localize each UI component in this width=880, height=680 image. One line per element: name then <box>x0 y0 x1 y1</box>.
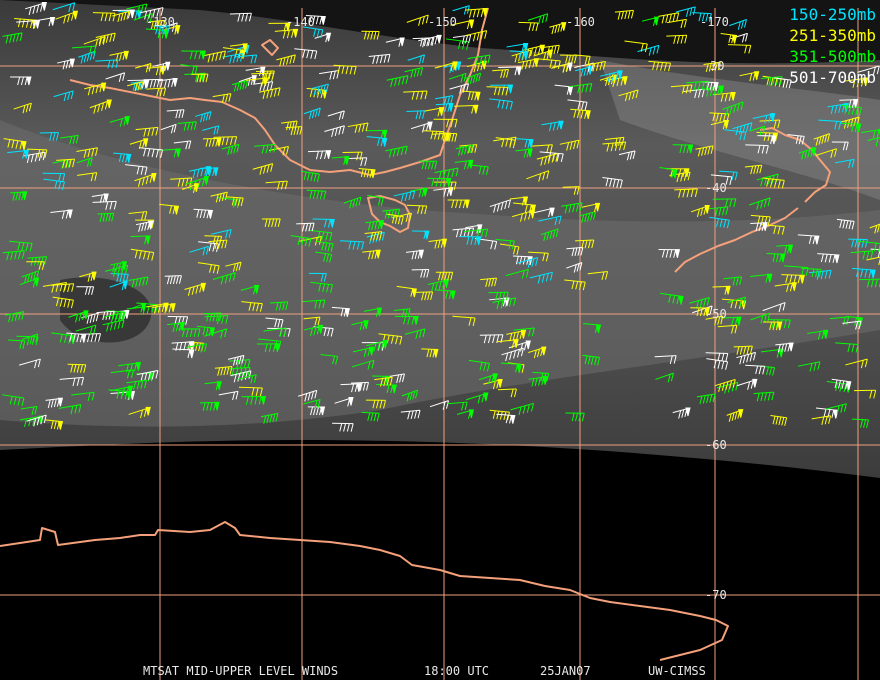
product-name: MTSAT MID-UPPER LEVEL WINDS <box>143 664 339 678</box>
legend-item-351-500: 351-500mb <box>789 47 876 66</box>
lon-label-160: -160 <box>566 15 595 29</box>
satellite-map: -130 -140 -150 -160 -170 30 -40 -50 -60 … <box>0 0 880 680</box>
lat-label-60: -60 <box>705 438 727 452</box>
lon-label-140: -140 <box>286 15 315 29</box>
caption-bar: MTSAT MID-UPPER LEVEL WINDS 18:00 UTC 25… <box>0 664 880 678</box>
legend-item-251-350: 251-350mb <box>789 26 876 45</box>
legend-item-501-700: 501-700mb <box>789 68 876 87</box>
lat-label-70: -70 <box>705 588 727 602</box>
pressure-level-legend: 150-250mb 251-350mb 351-500mb 501-700mb <box>764 4 876 88</box>
legend-item-150-250: 150-250mb <box>789 5 876 24</box>
lon-label-150: -150 <box>428 15 457 29</box>
lat-label-40: -40 <box>705 181 727 195</box>
lon-label-130: -130 <box>146 15 175 29</box>
data-source: UW-CIMSS <box>648 664 706 678</box>
wind-map-viewer: -130 -140 -150 -160 -170 30 -40 -50 -60 … <box>0 0 880 680</box>
observation-date: 25JAN07 <box>540 664 591 678</box>
lon-label-170: -170 <box>700 15 729 29</box>
lat-label-50: -50 <box>705 307 727 321</box>
observation-time: 18:00 UTC <box>424 664 490 678</box>
lat-label-30: 30 <box>710 59 724 73</box>
antarctica-coast <box>0 521 729 661</box>
